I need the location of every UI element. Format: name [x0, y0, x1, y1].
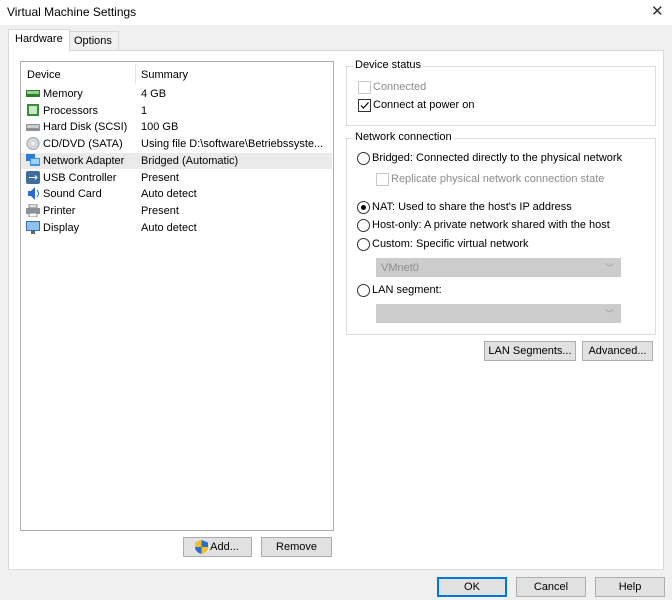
chevron-down-icon: ﹀: [604, 263, 614, 273]
device-summary: Present: [141, 171, 179, 184]
help-button[interactable]: Help: [595, 577, 665, 597]
chevron-down-icon: ﹀: [604, 309, 614, 319]
connected-label: Connected: [373, 81, 427, 93]
device-name: Hard Disk (SCSI): [43, 121, 128, 134]
device-name: Network Adapter: [43, 154, 125, 167]
device-row-usb-controller[interactable]: USB Controller Present: [21, 170, 332, 186]
device-summary: 4 GB: [141, 88, 167, 100]
device-status-title: Device status: [353, 59, 424, 71]
device-summary: Bridged (Automatic): [141, 154, 239, 167]
device-list[interactable]: Device Summary Memory 4 GB Processors 1 Hard…: [20, 61, 334, 531]
device-name: Sound Card: [43, 188, 102, 201]
shield-icon: [195, 540, 208, 554]
device-name: Printer: [43, 204, 76, 217]
lan-segments-button[interactable]: LAN Segments...: [484, 341, 576, 361]
processor-icon: [27, 103, 39, 116]
lan-segment-select[interactable]: ﹀: [376, 304, 621, 323]
device-name: USB Controller: [43, 171, 117, 184]
ok-button[interactable]: OK: [437, 577, 507, 597]
device-summary: Using file D:\software\Betriebssyste...: [141, 138, 324, 151]
column-header-summary[interactable]: Summary: [141, 69, 188, 81]
bridged-radio[interactable]: [357, 152, 370, 165]
custom-radio[interactable]: [357, 238, 370, 251]
replicate-label: Replicate physical network connection st…: [391, 173, 605, 185]
device-summary: Present: [141, 204, 179, 217]
device-summary: Auto detect: [141, 221, 197, 234]
device-summary: 100 GB: [141, 121, 179, 134]
device-name: Processors: [43, 104, 99, 117]
add-label: Add...: [210, 541, 239, 553]
device-summary: Auto detect: [141, 188, 197, 201]
device-row-processors[interactable]: Processors 1: [21, 103, 332, 119]
sound-card-icon: [28, 187, 39, 201]
device-name: Display: [43, 221, 80, 234]
device-row-printer[interactable]: Printer Present: [21, 203, 332, 219]
printer-icon: [26, 203, 40, 217]
custom-label: Custom: Specific virtual network: [372, 238, 529, 250]
cancel-button[interactable]: Cancel: [516, 577, 586, 597]
nat-label: NAT: Used to share the host's IP address: [372, 201, 572, 213]
device-row-sound-card[interactable]: Sound Card Auto detect: [21, 186, 332, 202]
cd-dvd-icon: [26, 137, 40, 151]
add-button[interactable]: Add...: [183, 537, 252, 557]
device-row-hard-disk-scsi[interactable]: Hard Disk (SCSI) 100 GB: [21, 119, 332, 135]
usb-icon: [26, 170, 40, 184]
close-icon[interactable]: ✕: [651, 2, 664, 20]
hard-disk-icon: [26, 124, 40, 132]
column-divider[interactable]: [135, 64, 136, 84]
network-connection-title: Network connection: [353, 131, 454, 143]
device-row-display[interactable]: Display Auto detect: [21, 220, 332, 236]
column-header-device[interactable]: Device: [27, 69, 61, 81]
device-row-memory[interactable]: Memory 4 GB: [21, 86, 332, 102]
remove-button[interactable]: Remove: [261, 537, 332, 557]
advanced-button[interactable]: Advanced...: [582, 341, 653, 361]
memory-icon: [26, 90, 40, 97]
connected-checkbox[interactable]: [358, 81, 371, 94]
device-name: CD/DVD (SATA): [43, 138, 123, 151]
lan-segment-label: LAN segment:: [372, 284, 442, 296]
connect-at-power-on-label: Connect at power on: [373, 99, 475, 111]
custom-network-value: VMnet0: [381, 262, 419, 274]
tab-options[interactable]: Options: [67, 31, 119, 51]
window-title: Virtual Machine Settings: [7, 5, 137, 19]
device-row-cd-dvd-sata[interactable]: CD/DVD (SATA) Using file D:\software\Betr…: [21, 136, 332, 152]
replicate-checkbox[interactable]: [376, 173, 389, 186]
custom-network-select[interactable]: VMnet0 ﹀: [376, 258, 621, 277]
nat-radio[interactable]: [357, 201, 370, 214]
network-adapter-icon: [26, 153, 40, 166]
lan-segment-radio[interactable]: [357, 284, 370, 297]
device-name: Memory: [43, 88, 83, 100]
tab-hardware[interactable]: Hardware: [8, 29, 70, 52]
display-icon: [26, 220, 40, 234]
connect-at-power-on-checkbox[interactable]: [358, 99, 371, 112]
device-status-group: Device status: [346, 59, 656, 126]
device-row-network-adapter[interactable]: Network Adapter Bridged (Automatic): [21, 152, 332, 169]
host-only-label: Host-only: A private network shared with…: [372, 219, 610, 231]
bridged-label: Bridged: Connected directly to the physi…: [372, 152, 623, 164]
host-only-radio[interactable]: [357, 219, 370, 232]
device-summary: 1: [141, 104, 148, 117]
